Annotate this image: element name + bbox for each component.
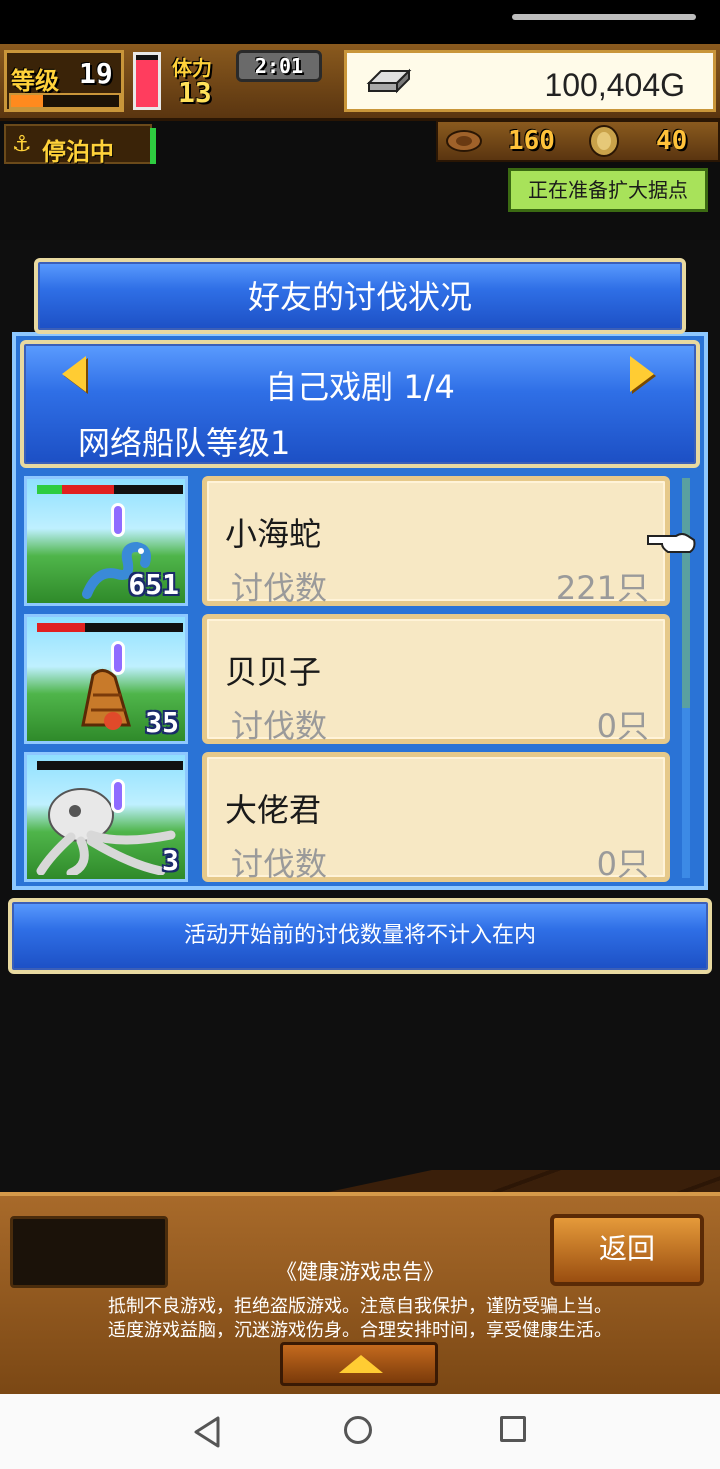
- coin-icon: [589, 125, 619, 157]
- alert-marker: [111, 503, 125, 537]
- health-advisory-title: 《健康游戏忠告》: [276, 1260, 444, 1284]
- clock: 2:01: [236, 50, 322, 82]
- up-arrow-icon: [339, 1355, 383, 1373]
- monster-level: 3: [162, 844, 179, 877]
- expand-menu-button[interactable]: [280, 1342, 438, 1386]
- defeat-count-value: 0只: [596, 707, 649, 745]
- list-item[interactable]: 35 贝贝子 讨伐数 0只: [20, 614, 670, 748]
- stamina-fill: [136, 60, 158, 107]
- monster-card[interactable]: 小海蛇 讨伐数 221只: [202, 476, 670, 607]
- food-value: 160: [508, 126, 555, 156]
- monster-card[interactable]: 大佬君 讨伐数 0只: [202, 752, 670, 883]
- system-status-bar: [0, 0, 720, 44]
- defeat-count-label: 讨伐数: [231, 707, 328, 745]
- play-title: 自己戏剧 1/4: [265, 368, 455, 406]
- monster-hp-bar: [37, 623, 183, 632]
- giant-squid-sprite: [36, 788, 176, 875]
- port-status-label: 停泊中: [42, 138, 114, 166]
- scroll-thumb[interactable]: [682, 478, 690, 708]
- monster-card[interactable]: 贝贝子 讨伐数 0只: [202, 614, 670, 745]
- nav-home-icon[interactable]: [344, 1416, 372, 1444]
- silver-ingot-icon: [366, 68, 412, 94]
- top-hud: 等级 19 体力 13 2:01 100,404G: [0, 44, 720, 121]
- monster-thumbnail: 35: [24, 614, 188, 744]
- monster-name: 贝贝子: [225, 653, 322, 691]
- defeat-count-value: 0只: [596, 845, 649, 883]
- level-value: 19: [79, 57, 113, 90]
- level-box: 等级 19: [4, 50, 124, 112]
- gold-value: 100,404G: [544, 67, 685, 103]
- panel-title-bar: 好友的讨伐状况: [34, 258, 686, 334]
- exp-bar: [9, 93, 121, 109]
- play-header: 自己戏剧 1/4 网络船队等级1: [20, 340, 700, 468]
- pointer-hand-icon: [647, 533, 696, 553]
- resource-bar: 160 40: [436, 120, 720, 162]
- exp-fill: [11, 95, 44, 107]
- level-label: 等级: [11, 67, 59, 95]
- monster-thumbnail: 3: [24, 752, 188, 882]
- health-advisory-line1: 抵制不良游戏，拒绝盗版游戏。注意自我保护，谨防受骗上当。: [108, 1296, 612, 1317]
- hp-green-fill: [37, 485, 62, 494]
- port-status-indicator: [150, 128, 156, 164]
- alert-marker: [111, 641, 125, 675]
- resource2-value: 40: [656, 126, 688, 156]
- notice-bar: 活动开始前的讨伐数量将不计入在内: [8, 898, 712, 974]
- panel-title: 好友的讨伐状况: [247, 278, 472, 316]
- port-status: ⚓ 停泊中: [4, 124, 152, 166]
- gold-box[interactable]: 100,404G: [344, 50, 716, 112]
- hp-red-fill: [37, 623, 86, 632]
- system-nav-bar: [0, 1394, 720, 1469]
- expand-base-notice[interactable]: 正在准备扩大据点: [508, 168, 708, 212]
- monster-level: 651: [128, 568, 179, 601]
- defeat-count-label: 讨伐数: [231, 845, 328, 883]
- health-advisory-line2: 适度游戏益脑，沉迷游戏伤身。合理安排时间，享受健康生活。: [108, 1320, 612, 1341]
- stamina-value: 13: [178, 76, 212, 109]
- stamina-bar: [133, 52, 161, 110]
- monster-hp-bar: [37, 485, 183, 494]
- nav-back-icon[interactable]: [192, 1416, 222, 1448]
- list-item[interactable]: 3 大佬君 讨伐数 0只: [20, 752, 670, 886]
- notice-text: 活动开始前的讨伐数量将不计入在内: [183, 923, 536, 948]
- monster-name: 小海蛇: [225, 515, 322, 553]
- monster-thumbnail: 651: [24, 476, 188, 606]
- fleet-level: 网络船队等级1: [78, 424, 291, 462]
- monster-level: 35: [145, 706, 179, 739]
- monster-hp-bar: [37, 761, 183, 770]
- right-arrow-icon[interactable]: [630, 356, 654, 392]
- list-item[interactable]: 651 小海蛇 讨伐数 221只: [20, 476, 670, 610]
- nav-recent-icon[interactable]: [500, 1416, 526, 1442]
- monster-name: 大佬君: [225, 791, 322, 829]
- food-icon: [446, 130, 482, 152]
- defeat-count-value: 221只: [555, 569, 649, 607]
- defeat-count-label: 讨伐数: [231, 569, 328, 607]
- status-pill: [512, 14, 696, 20]
- hermit-crab-sprite: [81, 669, 131, 730]
- alert-marker: [111, 779, 125, 813]
- anchor-icon: ⚓: [12, 132, 32, 157]
- hp-red-fill: [61, 485, 115, 494]
- bottom-panel: 返回 《健康游戏忠告》 抵制不良游戏，拒绝盗版游戏。注意自我保护，谨防受骗上当。…: [0, 1192, 720, 1398]
